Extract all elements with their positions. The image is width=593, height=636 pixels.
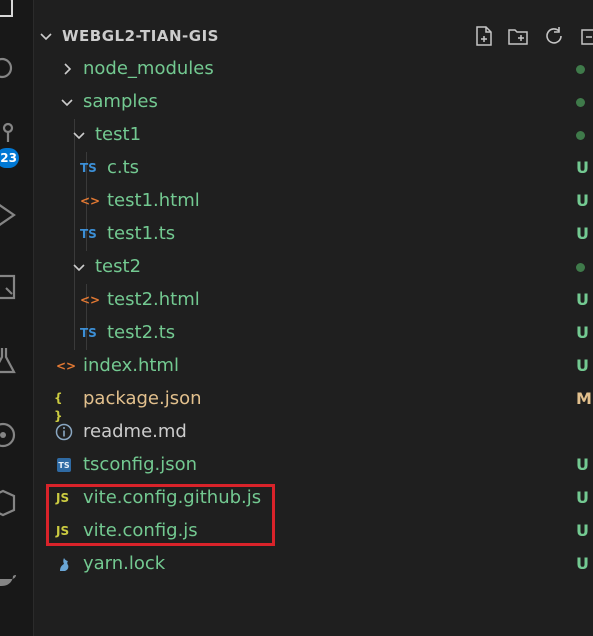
git-status: U xyxy=(576,158,589,177)
git-status: U xyxy=(576,488,589,507)
status-dot xyxy=(576,131,585,140)
tree-item-tsconfig-json[interactable]: TS tsconfig.json U xyxy=(34,449,593,482)
html-file-icon: <> xyxy=(56,359,77,373)
status-dot xyxy=(576,65,585,74)
tree-item-label: readme.md xyxy=(83,421,187,442)
git-status: U xyxy=(576,455,589,474)
tree-item-test1[interactable]: test1 xyxy=(34,119,593,152)
json-file-icon: { } xyxy=(54,391,63,423)
git-status: U xyxy=(576,323,589,342)
status-dot xyxy=(576,98,585,107)
yarn-icon xyxy=(55,555,73,573)
tree-item-package-json[interactable]: { } package.json M xyxy=(34,383,593,423)
tsconfig-icon-text: TS xyxy=(58,461,70,470)
tree-item-label: test2.html xyxy=(107,289,200,310)
git-status: U xyxy=(576,356,589,375)
workspace-title: WEBGL2-TIAN-GIS xyxy=(62,27,219,45)
git-status: M xyxy=(576,389,592,408)
tree-item-label: test2.ts xyxy=(107,322,176,343)
tree-item-test2[interactable]: test2 xyxy=(34,251,593,284)
tree-item-yarn-lock[interactable]: yarn.lock U xyxy=(34,548,593,581)
info-icon xyxy=(55,423,73,441)
tree-item-readme-md[interactable]: readme.md xyxy=(34,416,593,449)
activity-bar: 23 xyxy=(0,0,34,636)
tree-item-label: tsconfig.json xyxy=(83,454,198,475)
search-icon[interactable] xyxy=(0,54,18,84)
git-status: U xyxy=(576,521,589,540)
new-folder-icon[interactable] xyxy=(506,24,530,48)
tree-item-test2-html[interactable]: <> test2.html U xyxy=(34,284,593,317)
collapse-all-icon[interactable] xyxy=(576,24,593,48)
typescript-file-icon: TS xyxy=(80,326,97,340)
tree-item-label: test1.ts xyxy=(107,223,176,244)
git-status: U xyxy=(576,224,589,243)
tree-item-label: yarn.lock xyxy=(83,553,166,574)
refresh-icon[interactable] xyxy=(542,24,566,48)
git-status: U xyxy=(576,554,589,573)
tree-item-label: index.html xyxy=(83,355,179,376)
remote-explorer-icon[interactable] xyxy=(0,272,18,302)
git-status: U xyxy=(576,191,589,210)
chevron-right-icon[interactable] xyxy=(59,61,75,77)
chevron-down-icon[interactable] xyxy=(38,28,54,44)
tree-item-test2-ts[interactable]: TS test2.ts U xyxy=(34,317,593,350)
typescript-file-icon: TS xyxy=(80,227,97,241)
source-control-icon[interactable] xyxy=(0,120,18,150)
tree-item-node-modules[interactable]: node_modules xyxy=(34,53,593,86)
explorer-icon[interactable] xyxy=(0,0,18,20)
scm-badge: 23 xyxy=(0,148,19,168)
tree-item-label: c.ts xyxy=(107,157,140,178)
tree-item-label: test1 xyxy=(95,124,142,145)
tree-item-label: test1.html xyxy=(107,190,200,211)
docker-icon[interactable] xyxy=(0,565,18,595)
annotation-highlight-box xyxy=(46,484,275,546)
tree-item-test1-html[interactable]: <> test1.html U xyxy=(34,185,593,218)
run-debug-icon[interactable] xyxy=(0,200,18,230)
git-status: U xyxy=(576,290,589,309)
tree-item-index-html[interactable]: <> index.html U xyxy=(34,350,593,383)
chevron-down-icon[interactable] xyxy=(71,259,87,275)
chevron-down-icon[interactable] xyxy=(59,94,75,110)
html-file-icon: <> xyxy=(80,194,101,208)
tree-item-samples[interactable]: samples xyxy=(34,86,593,119)
tree-item-test1-ts[interactable]: TS test1.ts U xyxy=(34,218,593,251)
tree-item-c-ts[interactable]: TS c.ts U xyxy=(34,152,593,185)
typescript-file-icon: TS xyxy=(80,161,97,175)
tree-item-label: node_modules xyxy=(83,58,214,79)
github-icon[interactable] xyxy=(0,420,18,450)
status-dot xyxy=(576,263,585,272)
tree-item-label: test2 xyxy=(95,256,142,277)
chevron-down-icon[interactable] xyxy=(71,127,87,143)
explorer-section-header[interactable]: WEBGL2-TIAN-GIS xyxy=(34,20,593,52)
html-file-icon: <> xyxy=(80,293,101,307)
tree-item-label: package.json xyxy=(83,388,202,409)
new-file-icon[interactable] xyxy=(472,24,496,48)
extensions-icon[interactable] xyxy=(0,488,18,518)
testing-icon[interactable] xyxy=(0,345,18,375)
tree-item-label: samples xyxy=(83,91,158,112)
